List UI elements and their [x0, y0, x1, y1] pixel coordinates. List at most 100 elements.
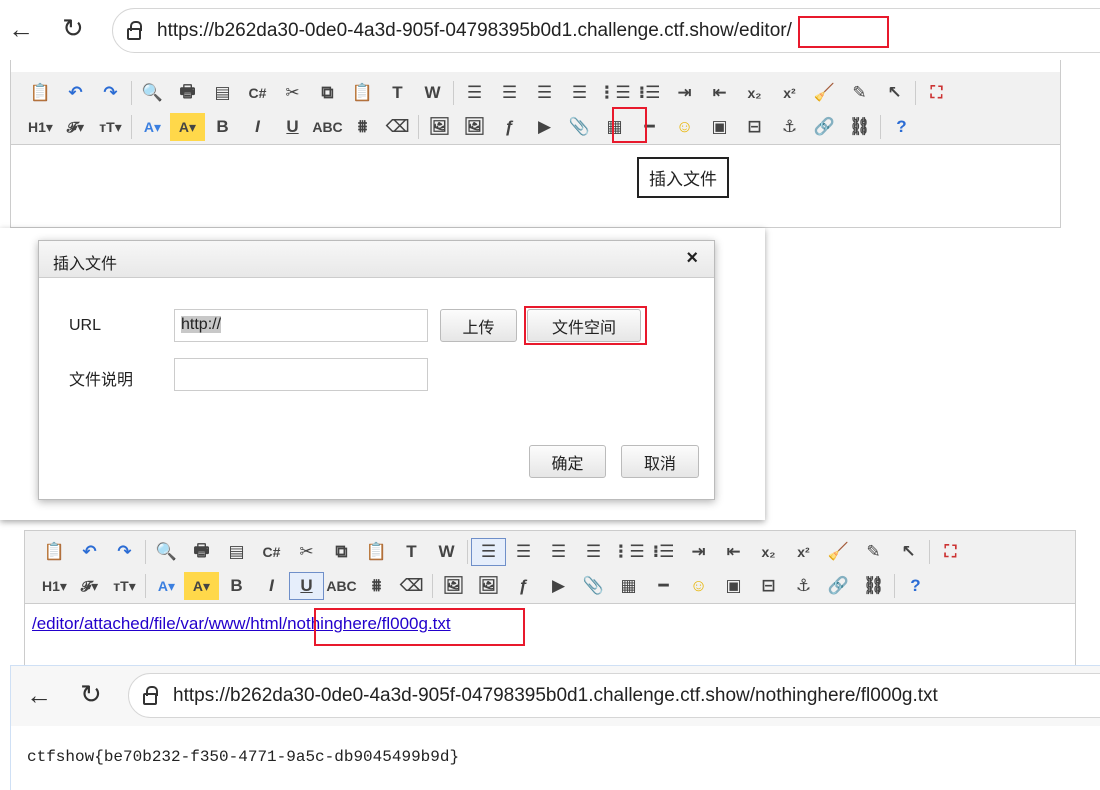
select-all-icon[interactable]: ↖: [877, 79, 912, 107]
multi-image-icon[interactable]: 🖼: [471, 572, 506, 600]
about-icon[interactable]: ?: [898, 572, 933, 600]
emoticon-icon[interactable]: ☺: [681, 572, 716, 600]
unordered-list-icon[interactable]: ⁝☰: [632, 79, 667, 107]
strikethrough-icon[interactable]: ABC: [310, 113, 345, 141]
fullscreen-icon[interactable]: ⛶: [919, 79, 954, 107]
paste-icon[interactable]: 📋: [359, 538, 394, 566]
align-right-icon[interactable]: ☰: [541, 538, 576, 566]
align-justify-icon[interactable]: ☰: [576, 538, 611, 566]
address-bar[interactable]: https://b262da30-0de0-4a3d-905f-04798395…: [128, 673, 1100, 718]
redo-icon[interactable]: ↷: [93, 79, 128, 107]
subscript-icon[interactable]: x₂: [737, 79, 772, 107]
template-icon[interactable]: ▤: [205, 79, 240, 107]
cut-icon[interactable]: ✂: [275, 79, 310, 107]
unlink-icon[interactable]: ⛓: [856, 572, 891, 600]
file-space-button[interactable]: 文件空间: [527, 309, 641, 342]
table-icon[interactable]: ▦: [597, 113, 632, 141]
ok-button[interactable]: 确定: [529, 445, 606, 478]
close-icon[interactable]: ×: [686, 247, 698, 270]
outdent-icon[interactable]: ⇤: [702, 79, 737, 107]
fullscreen-icon[interactable]: ⛶: [933, 538, 968, 566]
align-center-icon[interactable]: ☰: [492, 79, 527, 107]
undo-icon[interactable]: ↶: [58, 79, 93, 107]
insert-file-icon[interactable]: 📎: [576, 572, 611, 600]
code-icon[interactable]: C#: [254, 538, 289, 566]
line-height-icon[interactable]: ⩩: [345, 113, 380, 141]
flash-icon[interactable]: ƒ: [492, 113, 527, 141]
refresh-icon[interactable]: ↻: [62, 15, 84, 41]
map-icon[interactable]: ▣: [716, 572, 751, 600]
align-right-icon[interactable]: ☰: [527, 79, 562, 107]
anchor-icon[interactable]: ⚓: [786, 572, 821, 600]
preview-icon[interactable]: 🔍: [135, 79, 170, 107]
emoticon-icon[interactable]: ☺: [667, 113, 702, 141]
italic-icon[interactable]: I: [254, 572, 289, 600]
copy-icon[interactable]: ⧉: [310, 79, 345, 107]
underline-icon[interactable]: U: [275, 113, 310, 141]
align-left-icon[interactable]: ☰: [471, 538, 506, 566]
font-size-icon[interactable]: тT▾: [93, 113, 128, 141]
image-icon[interactable]: 🖼: [422, 113, 457, 141]
italic-icon[interactable]: I: [240, 113, 275, 141]
bold-icon[interactable]: B: [219, 572, 254, 600]
outdent-icon[interactable]: ⇤: [716, 538, 751, 566]
paste-text-icon[interactable]: T: [394, 538, 429, 566]
hr-icon[interactable]: ━: [632, 113, 667, 141]
pagebreak-icon[interactable]: ⊟: [751, 572, 786, 600]
pagebreak-icon[interactable]: ⊟: [737, 113, 772, 141]
font-family-icon[interactable]: 𝓕▾: [58, 113, 93, 141]
paste-plain-icon[interactable]: 📋: [37, 538, 72, 566]
strikethrough-icon[interactable]: ABC: [324, 572, 359, 600]
link-icon[interactable]: 🔗: [821, 572, 856, 600]
select-all-icon[interactable]: ↖: [891, 538, 926, 566]
flash-icon[interactable]: ƒ: [506, 572, 541, 600]
insert-file-icon[interactable]: 📎: [562, 113, 597, 141]
file-link[interactable]: /editor/attached/file/var/www/html/nothi…: [32, 614, 451, 634]
paste-word-icon[interactable]: W: [429, 538, 464, 566]
line-height-icon[interactable]: ⩩: [359, 572, 394, 600]
indent-icon[interactable]: ⇥: [681, 538, 716, 566]
map-icon[interactable]: ▣: [702, 113, 737, 141]
quick-format-icon[interactable]: ✎: [856, 538, 891, 566]
table-icon[interactable]: ▦: [611, 572, 646, 600]
address-bar[interactable]: https://b262da30-0de0-4a3d-905f-04798395…: [112, 8, 1100, 53]
upload-button[interactable]: 上传: [440, 309, 517, 342]
paste-plain-icon[interactable]: 📋: [23, 79, 58, 107]
hilite-color-icon[interactable]: A▾: [170, 113, 205, 141]
undo-icon[interactable]: ↶: [72, 538, 107, 566]
subscript-icon[interactable]: x₂: [751, 538, 786, 566]
superscript-icon[interactable]: x²: [772, 79, 807, 107]
cancel-button[interactable]: 取消: [621, 445, 699, 478]
superscript-icon[interactable]: x²: [786, 538, 821, 566]
font-family-icon[interactable]: 𝓕▾: [72, 572, 107, 600]
file-description-input[interactable]: [174, 358, 428, 391]
align-center-icon[interactable]: ☰: [506, 538, 541, 566]
font-size-icon[interactable]: тT▾: [107, 572, 142, 600]
paste-icon[interactable]: 📋: [345, 79, 380, 107]
refresh-icon[interactable]: ↻: [80, 681, 102, 707]
unordered-list-icon[interactable]: ⁝☰: [646, 538, 681, 566]
paste-text-icon[interactable]: T: [380, 79, 415, 107]
hr-icon[interactable]: ━: [646, 572, 681, 600]
fore-color-icon[interactable]: A▾: [149, 572, 184, 600]
media-icon[interactable]: ▶: [541, 572, 576, 600]
clear-html-icon[interactable]: 🧹: [821, 538, 856, 566]
clear-html-icon[interactable]: 🧹: [807, 79, 842, 107]
ordered-list-icon[interactable]: ⋮☰: [597, 79, 632, 107]
preview-icon[interactable]: 🔍: [149, 538, 184, 566]
indent-icon[interactable]: ⇥: [667, 79, 702, 107]
back-icon[interactable]: ←: [8, 16, 34, 42]
heading-icon[interactable]: H1▾: [23, 113, 58, 141]
cut-icon[interactable]: ✂: [289, 538, 324, 566]
fore-color-icon[interactable]: A▾: [135, 113, 170, 141]
redo-icon[interactable]: ↷: [107, 538, 142, 566]
hilite-color-icon[interactable]: A▾: [184, 572, 219, 600]
remove-format-icon[interactable]: ⌫: [394, 572, 429, 600]
bold-icon[interactable]: B: [205, 113, 240, 141]
media-icon[interactable]: ▶: [527, 113, 562, 141]
print-icon[interactable]: 🖶: [184, 538, 219, 566]
about-icon[interactable]: ?: [884, 113, 919, 141]
multi-image-icon[interactable]: 🖼: [457, 113, 492, 141]
quick-format-icon[interactable]: ✎: [842, 79, 877, 107]
url-input[interactable]: http://: [174, 309, 428, 342]
